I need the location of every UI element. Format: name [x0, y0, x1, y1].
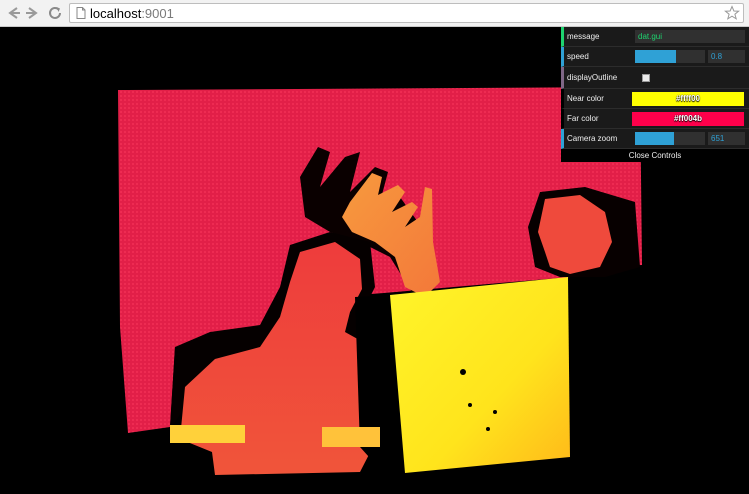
speed-input[interactable]: 0.8: [708, 50, 745, 63]
far-color-swatch[interactable]: #ff004b: [632, 112, 744, 126]
message-input[interactable]: dat.gui: [635, 30, 745, 43]
gui-row-speed: speed 0.8: [561, 47, 749, 67]
address-bar[interactable]: localhost:9001: [69, 3, 744, 23]
back-button[interactable]: [4, 4, 22, 22]
display-outline-checkbox[interactable]: [642, 74, 650, 82]
gui-row-camera-zoom: Camera zoom 651: [561, 129, 749, 149]
depth-board: [390, 277, 570, 473]
camera-zoom-label: Camera zoom: [567, 134, 618, 143]
url-host: localhost: [90, 6, 142, 21]
depth-board-hole: [460, 369, 466, 375]
depth-board-hole: [468, 403, 472, 407]
dat-gui-panel: message dat.gui speed 0.8 displayOutline…: [561, 27, 749, 162]
camera-zoom-slider[interactable]: [635, 132, 705, 145]
gui-row-far-color: Far color #ff004b: [561, 109, 749, 129]
depth-table-left: [170, 425, 245, 443]
url-text: localhost:9001: [90, 6, 174, 21]
close-controls-button[interactable]: Close Controls: [561, 149, 749, 162]
gui-row-display-outline: displayOutline: [561, 67, 749, 89]
url-port: :9001: [141, 6, 174, 21]
speed-slider[interactable]: [635, 50, 705, 63]
browser-toolbar: localhost:9001: [0, 0, 749, 27]
display-outline-label: displayOutline: [567, 73, 618, 82]
page-icon: [76, 7, 86, 19]
depth-board-hole: [486, 427, 490, 431]
depth-table-right: [322, 427, 380, 447]
bookmark-star-icon[interactable]: [724, 5, 740, 21]
camera-zoom-slider-fill: [635, 132, 675, 145]
forward-button[interactable]: [24, 4, 42, 22]
back-arrow-icon: [8, 7, 20, 19]
reload-icon: [49, 6, 61, 19]
speed-slider-fill: [635, 50, 676, 63]
message-label: message: [567, 32, 600, 41]
speed-label: speed: [567, 52, 589, 61]
far-color-label: Far color: [567, 114, 599, 123]
gui-row-message: message dat.gui: [561, 27, 749, 47]
reload-button[interactable]: [46, 4, 64, 22]
near-color-label: Near color: [567, 94, 604, 103]
near-color-swatch[interactable]: #ffff00: [632, 92, 744, 106]
depth-board-hole: [493, 410, 497, 414]
camera-zoom-input[interactable]: 651: [708, 132, 745, 145]
forward-arrow-icon: [26, 7, 38, 19]
gui-row-near-color: Near color #ffff00: [561, 89, 749, 109]
